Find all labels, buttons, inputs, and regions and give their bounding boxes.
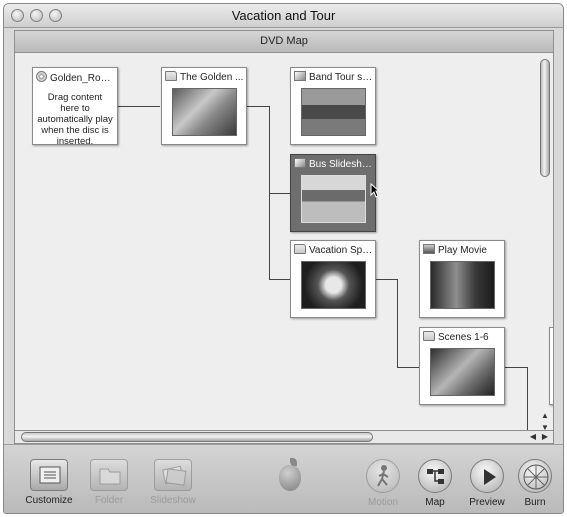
connector-line [247,106,269,107]
slideshow-button[interactable]: Slideshow [145,459,201,506]
burn-icon [518,459,552,493]
slideshow-node-band-tour[interactable]: Band Tour sli... [290,67,376,145]
node-title: Scenes 1-6 [438,332,489,343]
node-title: Bus Slideshow [309,159,373,170]
movie-node-play[interactable]: Play Movie [419,240,505,318]
customize-button[interactable]: Customize [21,459,77,506]
node-title: Vacation Spri... [309,245,373,256]
scroll-up-arrow[interactable]: ▲ [539,411,551,421]
motion-button[interactable]: Motion [355,459,411,508]
horizontal-scrollbar[interactable]: ◀ ▶ [14,430,554,444]
horizontal-scroll-thumb[interactable] [21,432,373,442]
folder-node-golden[interactable]: The Golden ... [161,67,247,145]
slideshow-thumbnail [301,88,366,136]
dvd-map-header: DVD Map [14,30,554,52]
folder-node-vacation[interactable]: Vacation Spri... [290,240,376,318]
vertical-scrollbar[interactable]: ▲ ▼ [539,55,551,435]
node-title: Band Tour sli... [309,72,373,83]
disc-icon [36,71,47,82]
connector-line [269,279,290,280]
slideshow-icon [294,158,306,168]
connector-line [118,106,160,107]
folder-label: Folder [94,495,124,506]
node-title: Golden_Road... [50,73,115,84]
map-button[interactable]: Map [407,459,463,508]
movie-thumbnail [430,261,495,309]
slideshow-label: Slideshow [150,495,196,506]
cursor-icon [370,183,380,198]
slideshow-thumbnail [301,175,366,223]
burn-label: Burn [524,497,546,508]
vertical-scroll-thumb[interactable] [540,59,550,177]
connector-line [375,279,397,280]
node-title: Play Movie [438,245,487,256]
folder-icon [90,459,128,491]
motion-label: Motion [367,497,398,508]
panel-title: DVD Map [260,35,308,47]
autoplay-drop-hint: Drag content here to automatically play … [37,92,113,147]
connector-line [397,367,419,368]
menu-thumbnail [172,88,237,136]
title-bar: Vacation and Tour [4,4,563,28]
folder-icon [294,244,306,254]
customize-label: Customize [25,495,73,506]
slideshow-icon [294,71,306,81]
movie-icon [423,244,435,254]
menu-thumbnail [301,261,366,309]
walking-person-icon [366,459,400,493]
slideshow-icon [154,459,192,491]
folder-node-scenes[interactable]: Scenes 1-6 [419,327,505,405]
apple-logo [279,458,301,491]
scroll-left-arrow[interactable]: ◀ [528,431,538,443]
map-label: Map [425,497,445,508]
dvd-map-canvas[interactable]: Golden_Road... Drag content here to auto… [14,52,554,442]
node-title: The Golden ... [180,72,244,83]
autoplay-node[interactable]: Golden_Road... Drag content here to auto… [32,67,118,147]
slideshow-node-bus[interactable]: Bus Slideshow [290,154,376,232]
map-icon [418,459,452,493]
scroll-right-arrow[interactable]: ▶ [540,431,550,443]
grid-icon [30,459,68,491]
bottom-toolbar: Customize Folder Slideshow Motion Map Pr… [4,444,563,513]
folder-icon [423,331,435,341]
connector-line [269,193,290,194]
connector-line [505,367,527,368]
folder-icon [165,71,177,81]
window-title: Vacation and Tour [231,8,336,23]
idvd-window: Vacation and Tour DVD Map Golden_Road...… [3,3,564,514]
connector-line [397,279,398,367]
burn-button[interactable]: Burn [507,459,563,508]
menu-thumbnail [430,348,495,396]
folder-button[interactable]: Folder [81,459,137,506]
play-icon [470,459,504,493]
